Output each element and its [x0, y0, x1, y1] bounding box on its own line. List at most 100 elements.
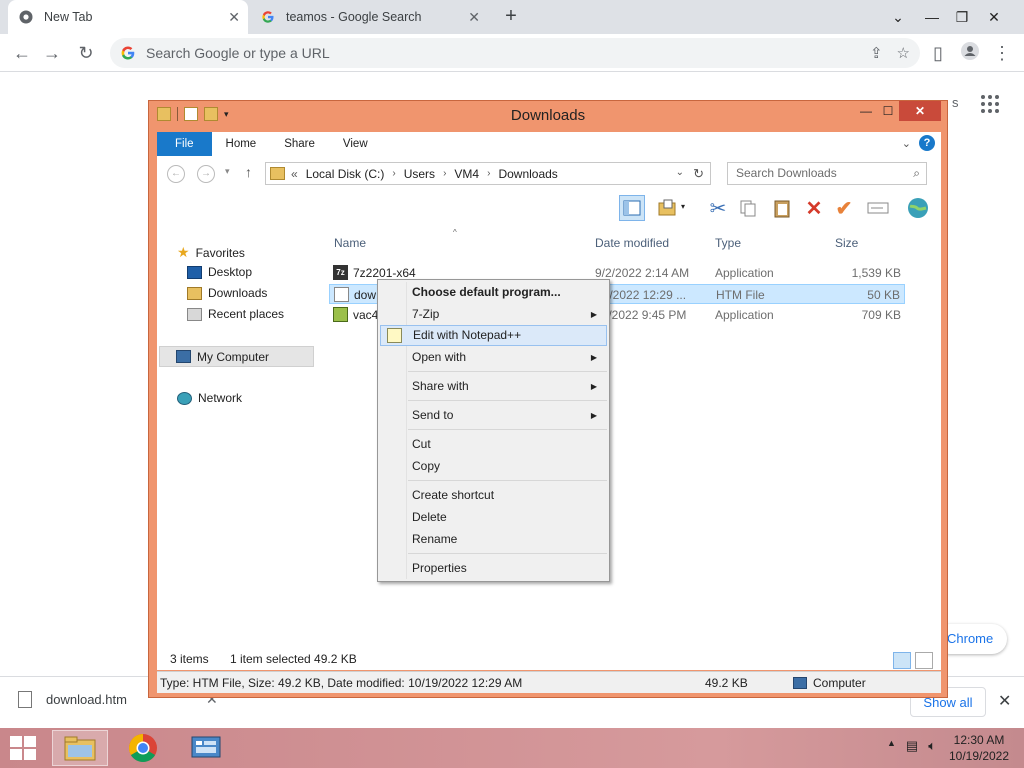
nav-downloads[interactable]: Downloads	[187, 286, 267, 300]
up-arrow-icon[interactable]: ↑	[245, 164, 252, 180]
volume-icon[interactable]: 🔈︎	[928, 738, 936, 754]
menu-properties[interactable]: Properties	[380, 558, 607, 579]
back-arrow-icon[interactable]: ←	[10, 41, 34, 65]
menu-edit-with-notepadpp[interactable]: Edit with Notepad++	[380, 325, 607, 346]
column-header-type[interactable]: Type	[715, 236, 741, 250]
close-download-bar-icon[interactable]: ✕	[998, 691, 1011, 711]
breadcrumb-users[interactable]: Users	[404, 167, 435, 181]
google-apps-icon[interactable]	[981, 95, 999, 113]
desktop-icon	[187, 265, 202, 279]
column-header-name[interactable]: Name	[334, 236, 366, 250]
sort-up-icon: ^	[453, 228, 457, 237]
download-filename: download.htm	[46, 692, 127, 707]
forward-arrow-icon[interactable]: →	[40, 41, 64, 65]
tab-share[interactable]: Share	[270, 132, 329, 156]
breadcrumb-downloads[interactable]: Downloads	[498, 167, 557, 181]
menu-open-with[interactable]: Open with ▶	[380, 347, 607, 368]
close-icon[interactable]: ✕	[899, 101, 941, 121]
system-tray: ▲ ▤ 🔈︎	[887, 738, 936, 754]
address-dropdown-icon[interactable]: ⌄	[676, 167, 684, 178]
file-explorer-taskbar-button[interactable]	[52, 730, 108, 766]
preview-pane-icon[interactable]	[619, 195, 645, 221]
chevron-right-icon[interactable]: ›	[392, 168, 395, 179]
minimize-icon[interactable]: —	[855, 101, 877, 121]
menu-create-shortcut[interactable]: Create shortcut	[380, 485, 607, 506]
google-logo-icon	[120, 45, 136, 61]
checkmark-icon[interactable]: ✔	[831, 195, 857, 221]
expand-ribbon-icon[interactable]: ⌄	[902, 137, 911, 150]
clock[interactable]: 12:30 AM 10/19/2022	[944, 732, 1014, 764]
refresh-icon[interactable]: ↻	[693, 166, 704, 182]
menu-7zip[interactable]: 7-Zip ▶	[380, 304, 607, 325]
folder-icon	[64, 736, 96, 761]
profile-avatar-icon[interactable]	[958, 41, 982, 65]
nav-network[interactable]: Network	[177, 391, 242, 405]
search-input[interactable]: Search Downloads ⌕	[727, 162, 927, 185]
tab-home[interactable]: Home	[212, 132, 271, 156]
share-icon[interactable]: ⇪	[870, 44, 883, 62]
large-icons-view-icon[interactable]	[915, 652, 933, 669]
tab-teamos-search[interactable]: teamos - Google Search ✕	[250, 0, 488, 34]
menu-choose-default-program[interactable]: Choose default program...	[380, 282, 607, 303]
nav-recent-places[interactable]: Recent places	[187, 307, 284, 321]
close-tab-icon[interactable]: ✕	[228, 9, 240, 26]
close-tab-icon[interactable]: ✕	[468, 9, 480, 26]
window-title: Downloads	[510, 107, 586, 124]
new-tab-button[interactable]: +	[500, 5, 522, 27]
bookmark-star-icon[interactable]: ☆	[897, 44, 910, 62]
tab-new-tab[interactable]: New Tab ✕	[8, 0, 248, 34]
details-view-icon[interactable]	[893, 652, 911, 669]
nav-favorites[interactable]: ★ Favorites	[177, 244, 245, 261]
menu-cut[interactable]: Cut	[380, 434, 607, 455]
back-icon[interactable]: ←	[167, 165, 185, 183]
network-status-icon[interactable]: ▤	[906, 738, 918, 754]
help-icon[interactable]: ?	[919, 135, 935, 151]
address-box[interactable]: « Local Disk (C:) › Users › VM4 › Downlo…	[265, 162, 711, 185]
restore-icon[interactable]: ❐	[944, 0, 980, 34]
tab-file[interactable]: File	[157, 132, 212, 156]
copy-icon[interactable]	[735, 195, 761, 221]
menu-delete[interactable]: Delete	[380, 507, 607, 528]
reload-icon[interactable]: ↻	[74, 41, 98, 65]
7zip-app-icon: 7z	[333, 265, 348, 280]
column-header-size[interactable]: Size	[835, 236, 858, 250]
address-bar[interactable]: Search Google or type a URL ⇪ ☆	[110, 38, 920, 68]
maximize-icon[interactable]: ☐	[877, 101, 899, 121]
download-item[interactable]: download.htm	[18, 691, 127, 708]
menu-send-to[interactable]: Send to ▶	[380, 405, 607, 426]
computer-icon	[176, 350, 191, 363]
menu-dots-icon[interactable]: ⋮	[990, 41, 1014, 65]
rename-icon[interactable]	[865, 195, 891, 221]
close-window-icon[interactable]: ✕	[976, 0, 1012, 34]
menu-share-with[interactable]: Share with ▶	[380, 376, 607, 397]
nav-desktop[interactable]: Desktop	[187, 265, 252, 279]
menu-copy[interactable]: Copy	[380, 456, 607, 477]
chevron-right-icon[interactable]: ›	[487, 168, 490, 179]
paste-icon[interactable]	[769, 195, 795, 221]
column-header-date[interactable]: Date modified	[595, 236, 669, 250]
explorer-titlebar[interactable]: ▾ Downloads — ☐ ✕	[149, 101, 947, 131]
tab-view[interactable]: View	[329, 132, 382, 156]
address-toolbar: ← → ▾ ↑ « Local Disk (C:) › Users › VM4 …	[157, 156, 941, 192]
recent-locations-icon[interactable]: ▾	[225, 166, 230, 177]
windows-start-icon[interactable]	[10, 736, 38, 760]
show-hidden-icons-icon[interactable]: ▲	[887, 738, 896, 754]
chrome-taskbar-button[interactable]	[115, 730, 171, 766]
cut-icon[interactable]: ✂	[705, 195, 731, 221]
server-manager-taskbar-button[interactable]	[178, 730, 234, 766]
delete-icon[interactable]: ✕	[801, 195, 827, 221]
menu-rename[interactable]: Rename	[380, 529, 607, 550]
nav-my-computer[interactable]: My Computer	[159, 346, 314, 367]
breadcrumb-vm4[interactable]: VM4	[454, 167, 479, 181]
chevron-right-icon[interactable]: ›	[443, 168, 446, 179]
breadcrumb-local-disk[interactable]: Local Disk (C:)	[306, 167, 385, 181]
folder-options-icon[interactable]	[655, 195, 681, 221]
item-count: 3 items	[170, 652, 209, 666]
omnibox-placeholder: Search Google or type a URL	[146, 45, 330, 61]
tab-search-icon[interactable]: ⌄	[880, 0, 916, 34]
dropdown-icon[interactable]: ▾	[681, 202, 685, 211]
globe-icon[interactable]	[905, 195, 931, 221]
forward-icon[interactable]: →	[197, 165, 215, 183]
folder-icon	[270, 167, 285, 180]
side-panel-icon[interactable]: ▯	[926, 41, 950, 65]
